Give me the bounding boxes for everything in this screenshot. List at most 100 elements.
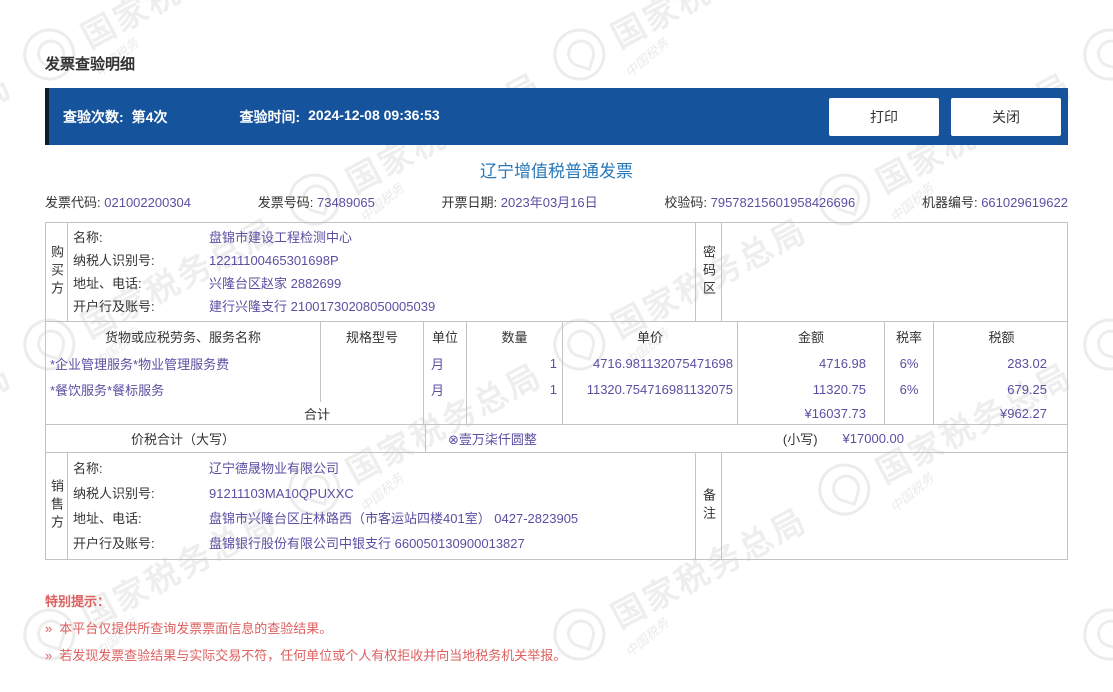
header-tax-amount: 税额 — [988, 329, 1015, 345]
seller-fields: 名称: 辽宁德晟物业有限公司 纳税人识别号: 91211103MA10QPUXX… — [68, 453, 696, 559]
notice-item-1: » 本平台仅提供所查询发票票面信息的查验结果。 — [45, 620, 1068, 637]
buyer-side-label: 购买方 — [49, 245, 64, 299]
check-code: 校验码: 79578215601958426696 — [664, 194, 855, 211]
machine-number-value: 661029619622 — [981, 195, 1068, 210]
item-spec — [321, 350, 424, 376]
seller-section: 销售方 名称: 辽宁德晟物业有限公司 纳税人识别号: 91211103MA10Q… — [46, 452, 1067, 559]
buyer-taxid-label: 纳税人识别号: — [73, 253, 155, 268]
notice-text: 若发现发票查验结果与实际交易不符，任何单位或个人有权拒收并向当地税务机关举报。 — [59, 648, 567, 663]
total-price-empty — [563, 402, 738, 424]
grand-total-value-cell: ⊗壹万柒仟圆整 (小写) ¥17000.00 — [426, 425, 1067, 452]
notice-text: 本平台仅提供所查询发票票面信息的查验结果。 — [59, 621, 333, 636]
close-button[interactable]: 关闭 — [951, 97, 1061, 136]
item-unit-price: 4716.981132075471698 — [563, 350, 738, 376]
seller-side-label-cell: 销售方 — [46, 453, 68, 559]
password-area-label-cell: 密码区 — [696, 223, 722, 321]
seller-address-row: 地址、电话: 盘锦市兴隆台区庄林路西（市客运站四楼401室） 0427-2823… — [73, 506, 695, 531]
goods-row-2: *餐饮服务*餐标服务 月 1 11320.754716981132075 113… — [46, 376, 1067, 402]
header-amount: 金额 — [738, 322, 885, 350]
header-unit-price: 单价 — [563, 322, 738, 350]
total-label: 合计 — [46, 402, 424, 424]
total-tax-amount: ¥962.27 — [1000, 405, 1047, 421]
header-goods-name: 货物或应税劳务、服务名称 — [46, 322, 321, 350]
buyer-bank-row: 开户行及账号: 建行兴隆支行 21001730208050005039 — [73, 295, 695, 318]
seller-side-label: 销售方 — [49, 479, 64, 533]
seller-bank-label: 开户行及账号: — [73, 536, 155, 551]
item-spec — [321, 376, 424, 402]
buyer-bank-label: 开户行及账号: — [73, 299, 155, 314]
header-unit: 单位 — [424, 322, 467, 350]
amount-figures-label: (小写) — [782, 432, 818, 447]
notice-title: 特别提示： — [45, 594, 111, 609]
buyer-name-value: 盘锦市建设工程检测中心 — [209, 230, 353, 245]
buyer-side-label-cell: 购买方 — [46, 223, 68, 321]
buyer-name-label: 名称: — [73, 230, 103, 245]
seller-name-label: 名称: — [73, 461, 103, 476]
total-amount: ¥16037.73 — [738, 402, 885, 424]
buyer-taxid-value: 12211100465301698P — [209, 253, 339, 268]
invoice-table: 购买方 名称: 盘锦市建设工程检测中心 纳税人识别号: 122111004653… — [45, 222, 1068, 560]
remark-label-cell: 备注 — [696, 453, 722, 559]
goods-table: 货物或应税劳务、服务名称 规格型号 单位 数量 单价 金额 税率 税额 *企业管… — [46, 321, 1067, 424]
total-unit-empty — [424, 402, 467, 424]
invoice-date-label: 开票日期: — [441, 195, 498, 210]
invoice-code: 发票代码: 021002200304 — [45, 194, 191, 211]
item-name: *企业管理服务*物业管理服务费 — [46, 350, 321, 376]
item-quantity: 1 — [467, 376, 563, 402]
seller-bank-row: 开户行及账号: 盘锦银行股份有限公司中银支行 66005013090001382… — [73, 531, 695, 556]
invoice-date: 开票日期: 2023年03月16日 — [442, 194, 598, 211]
seller-taxid-row: 纳税人识别号: 91211103MA10QPUXXC — [73, 481, 695, 506]
invoice-title: 辽宁增值税普通发票 — [480, 162, 633, 181]
special-notice: 特别提示： » 本平台仅提供所查询发票票面信息的查验结果。 » 若发现发票查验结… — [45, 593, 1068, 664]
buyer-address-label: 地址、电话: — [73, 276, 142, 291]
total-qty-empty — [467, 402, 563, 424]
seller-name-row: 名称: 辽宁德晟物业有限公司 — [73, 456, 695, 481]
item-amount: 4716.98 — [738, 350, 885, 376]
print-button[interactable]: 打印 — [829, 97, 939, 136]
verification-info: 查验次数: 第4次 查验时间: 2024-12-08 09:36:53 — [49, 107, 829, 127]
notice-bullet-icon: » — [45, 648, 53, 663]
invoice-number: 发票号码: 73489065 — [258, 194, 375, 211]
item-tax-amount: 283.02 — [1007, 355, 1047, 371]
invoice-code-value: 021002200304 — [104, 195, 192, 210]
machine-number: 机器编号: 661029619622 — [922, 194, 1068, 211]
password-area — [722, 223, 1067, 321]
header-quantity: 数量 — [467, 322, 563, 350]
seller-taxid-label: 纳税人识别号: — [73, 486, 155, 501]
machine-number-label: 机器编号: — [921, 195, 978, 210]
page-title: 发票查验明细 — [45, 56, 136, 73]
item-tax-amount: 679.25 — [1007, 381, 1047, 397]
buyer-taxid-row: 纳税人识别号: 12211100465301698P — [73, 249, 695, 272]
remark-area — [722, 453, 1067, 559]
remark-label: 备注 — [701, 488, 716, 524]
item-unit-price: 11320.754716981132075 — [563, 376, 738, 402]
grand-total-label: 价税合计（大写） — [46, 425, 426, 452]
check-count-value: 第4次 — [131, 108, 168, 125]
notice-bullet-icon: » — [45, 621, 53, 636]
password-area-label: 密码区 — [701, 245, 716, 299]
item-unit: 月 — [424, 350, 467, 376]
goods-total-row: 合计 ¥16037.73 ¥962.27 — [46, 402, 1067, 424]
check-count: 查验次数: 第4次 — [63, 107, 167, 127]
seller-bank-value: 盘锦银行股份有限公司中银支行 660050130900013827 — [209, 536, 525, 551]
check-time-label: 查验时间: — [239, 108, 301, 125]
buyer-address-row: 地址、电话: 兴隆台区赵家 2882699 — [73, 272, 695, 295]
buyer-fields: 名称: 盘锦市建设工程检测中心 纳税人识别号: 1221110046530169… — [68, 223, 696, 321]
item-tax-rate: 6% — [885, 376, 934, 402]
notice-item-2: » 若发现发票查验结果与实际交易不符，任何单位或个人有权拒收并向当地税务机关举报… — [45, 647, 1068, 664]
invoice-verification-page: 国家税务总局中国税务国家税务总局中国税务国家税务总局中国税务国家税务总局中国税务… — [0, 0, 1113, 692]
item-tax-rate: 6% — [885, 350, 934, 376]
seller-taxid-value: 91211103MA10QPUXXC — [209, 486, 354, 501]
item-quantity: 1 — [467, 350, 563, 376]
goods-header-row: 货物或应税劳务、服务名称 规格型号 单位 数量 单价 金额 税率 税额 — [46, 322, 1067, 350]
goods-row-1: *企业管理服务*物业管理服务费 月 1 4716.981132075471698… — [46, 350, 1067, 376]
total-rate-empty — [885, 402, 934, 424]
buyer-section: 购买方 名称: 盘锦市建设工程检测中心 纳税人识别号: 122111004653… — [46, 223, 1067, 321]
amount-in-words: ⊗壹万柒仟圆整 — [448, 432, 537, 447]
item-unit: 月 — [424, 376, 467, 402]
buyer-address-value: 兴隆台区赵家 2882699 — [209, 276, 342, 291]
buyer-bank-value: 建行兴隆支行 21001730208050005039 — [209, 299, 436, 314]
content-area: 发票查验明细 查验次数: 第4次 查验时间: 2024-12-08 09:36:… — [0, 0, 1113, 664]
invoice-date-value: 2023年03月16日 — [500, 195, 598, 210]
buyer-name-row: 名称: 盘锦市建设工程检测中心 — [73, 226, 695, 249]
